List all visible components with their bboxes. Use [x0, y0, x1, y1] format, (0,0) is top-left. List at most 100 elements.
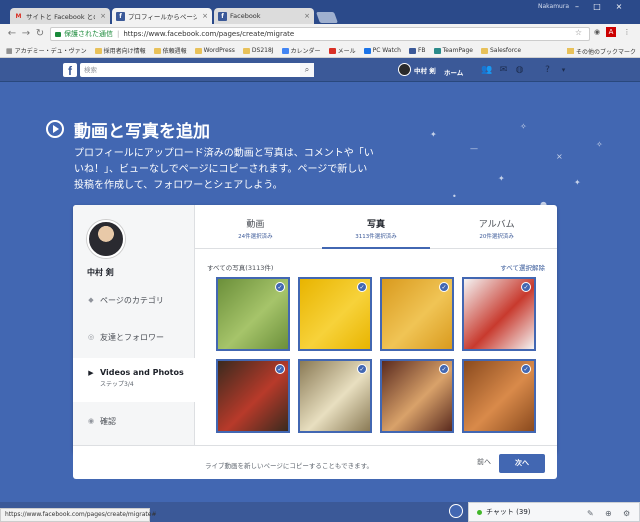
url-separator: | — [117, 30, 120, 38]
browser-tab-title: プロフィールからページへの移 — [128, 13, 198, 21]
search-icon[interactable]: ⌕ — [300, 63, 314, 77]
photo-thumbnail-sake-bottles[interactable]: ✓ — [216, 359, 290, 433]
tab-albums[interactable]: アルバム 20件選択済み — [436, 205, 557, 248]
url-text: https://www.facebook.com/pages/create/mi… — [123, 30, 295, 38]
tab-count: 24件選択済み — [238, 234, 273, 240]
browser-tab-active[interactable]: f プロフィールからページへの移 × — [112, 8, 212, 24]
confetti-decoration: ✧ — [596, 140, 603, 149]
window-close-icon[interactable]: × — [610, 2, 628, 12]
photo-thumbnail-shop-display[interactable]: ✓ — [380, 359, 454, 433]
tab-videos[interactable]: 動画 24件選択済み — [195, 205, 316, 248]
other-bookmarks-label: その他のブックマーク — [575, 48, 636, 56]
tab-label: アルバム — [478, 220, 515, 230]
sidebar-item-videos-photos[interactable]: ▶ Videos and Photos ステップ3/4 — [73, 358, 195, 402]
sidebar-item-label: Videos and Photos — [100, 368, 184, 377]
check-icon[interactable]: ✓ — [521, 364, 531, 374]
close-icon[interactable]: × — [304, 12, 310, 20]
check-icon[interactable]: ✓ — [521, 282, 531, 292]
check-icon[interactable]: ✓ — [275, 364, 285, 374]
bookmark-item[interactable]: 採用者向け情報 — [94, 46, 146, 55]
check-icon[interactable]: ✓ — [439, 282, 449, 292]
check-icon[interactable]: ✓ — [357, 364, 367, 374]
bookmark-label: アカデミー・デュ・ヴァン — [14, 48, 87, 55]
sidebar-item-label: ページのカテゴリ — [100, 296, 164, 305]
photo-thumbnail-corn[interactable]: ✓ — [298, 277, 372, 351]
bookmark-item[interactable]: DS218J — [242, 47, 274, 54]
photo-thumbnail-document[interactable]: ✓ — [462, 277, 536, 351]
confetti-decoration: ✦ — [430, 130, 437, 139]
chat-label: チャット (39) — [486, 508, 531, 516]
search-input[interactable]: 検索 ⌕ — [80, 63, 314, 77]
bookmark-item[interactable]: ▦ アカデミー・デュ・ヴァン — [6, 46, 87, 56]
group-icon[interactable]: ⊕ — [605, 509, 612, 518]
bookmark-item[interactable]: Salesforce — [480, 47, 521, 54]
check-icon[interactable]: ✓ — [275, 282, 285, 292]
tab-label: 動画 — [246, 220, 265, 230]
back-button[interactable]: 前へ — [477, 457, 491, 467]
facebook-logo-icon[interactable]: f — [63, 63, 77, 78]
bookmark-item[interactable]: 依頼週報 — [153, 46, 187, 55]
other-bookmarks[interactable]: その他のブックマーク — [566, 44, 636, 57]
url-input[interactable]: 保護された通信 | https://www.facebook.com/pages… — [50, 27, 590, 41]
bookmark-item[interactable]: FB — [408, 47, 426, 54]
window-user[interactable]: Nakamura — [538, 3, 569, 10]
menu-icon[interactable]: ⋮ — [622, 27, 632, 37]
photo-thumbnail-green-onions[interactable]: ✓ — [216, 277, 290, 351]
pdf-extension-icon[interactable]: A — [606, 27, 616, 37]
help-icon[interactable]: ? — [542, 65, 553, 76]
compose-icon[interactable]: ✎ — [587, 509, 594, 518]
photo-thumbnail-fried-chicken[interactable]: ✓ — [462, 359, 536, 433]
mail-icon — [328, 47, 336, 54]
bookmark-label: TeamPage — [442, 47, 473, 54]
reload-icon[interactable]: ↻ — [34, 28, 46, 40]
step-sidebar: 中村 剣 ◆ ページのカテゴリ ◎ 友達とフォロワー ▶ Videos and … — [73, 205, 195, 453]
tab-count: 20件選択済み — [479, 234, 514, 240]
browser-tab[interactable]: f Facebook × — [214, 8, 314, 24]
bookmark-label: DS218J — [251, 47, 274, 54]
chat-bar[interactable]: チャット (39) ✎ ⊕ ⚙ — [468, 502, 640, 522]
address-bar: ← → ↻ 保護された通信 | https://www.facebook.com… — [0, 24, 640, 44]
tab-label: 写真 — [367, 220, 386, 230]
sidebar-item-category[interactable]: ◆ ページのカテゴリ — [73, 295, 195, 306]
photo-thumbnail-wine-glass[interactable]: ✓ — [298, 359, 372, 433]
browser-tab[interactable]: M サイトと Facebook との連携 × — [10, 8, 110, 24]
page-description: プロフィールにアップロード済みの動画と写真は、コメントや「いいね！」、ビューなし… — [74, 148, 374, 191]
bookmark-label: カレンダー — [290, 48, 321, 55]
bookmark-item[interactable]: メール — [328, 46, 356, 55]
bookmark-item[interactable]: PC Watch — [363, 47, 401, 54]
facebook-icon: f — [218, 11, 227, 21]
camera-extension-icon[interactable]: ◉ — [592, 27, 602, 37]
check-icon[interactable]: ✓ — [357, 282, 367, 292]
dropdown-icon[interactable]: ▾ — [558, 65, 569, 76]
new-tab-button[interactable] — [315, 12, 339, 23]
home-link[interactable]: ホーム — [444, 67, 463, 77]
maximize-icon[interactable]: □ — [588, 2, 606, 12]
video-icon: ▶ — [88, 369, 94, 377]
bookmark-item[interactable]: カレンダー — [281, 46, 321, 55]
folder-icon — [566, 48, 574, 54]
next-button[interactable]: 次へ — [499, 454, 545, 473]
messages-icon[interactable]: ✉ — [498, 65, 509, 76]
sidebar-item-friends[interactable]: ◎ 友達とフォロワー — [73, 332, 195, 343]
tag-icon: ◆ — [88, 296, 94, 304]
close-icon[interactable]: × — [100, 12, 106, 20]
globe-icon[interactable]: ◍ — [514, 65, 525, 76]
close-icon[interactable]: × — [202, 12, 208, 20]
sidebar-item-review[interactable]: ◉ 確認 — [73, 416, 195, 427]
bookmark-star-icon[interactable]: ☆ — [575, 28, 582, 37]
check-icon[interactable]: ✓ — [439, 364, 449, 374]
friend-requests-icon[interactable]: 👥 — [481, 65, 492, 76]
photo-thumbnail-grilled-corn[interactable]: ✓ — [380, 277, 454, 351]
profile-link[interactable]: 中村 剣 — [398, 63, 436, 76]
forward-icon[interactable]: → — [20, 28, 32, 40]
back-icon[interactable]: ← — [6, 28, 18, 40]
bookmark-item[interactable]: WordPress — [194, 47, 235, 54]
secure-label: 保護された通信 — [64, 30, 113, 38]
browser-tab-title: Facebook — [230, 12, 261, 20]
tab-photos[interactable]: 写真 3113件選択済み — [316, 205, 437, 249]
minimize-icon[interactable]: – — [568, 2, 586, 12]
deselect-all-link[interactable]: すべて選択解除 — [500, 262, 545, 272]
globe-icon[interactable] — [449, 504, 463, 518]
settings-icon[interactable]: ⚙ — [623, 509, 630, 518]
bookmark-item[interactable]: TeamPage — [433, 47, 473, 54]
